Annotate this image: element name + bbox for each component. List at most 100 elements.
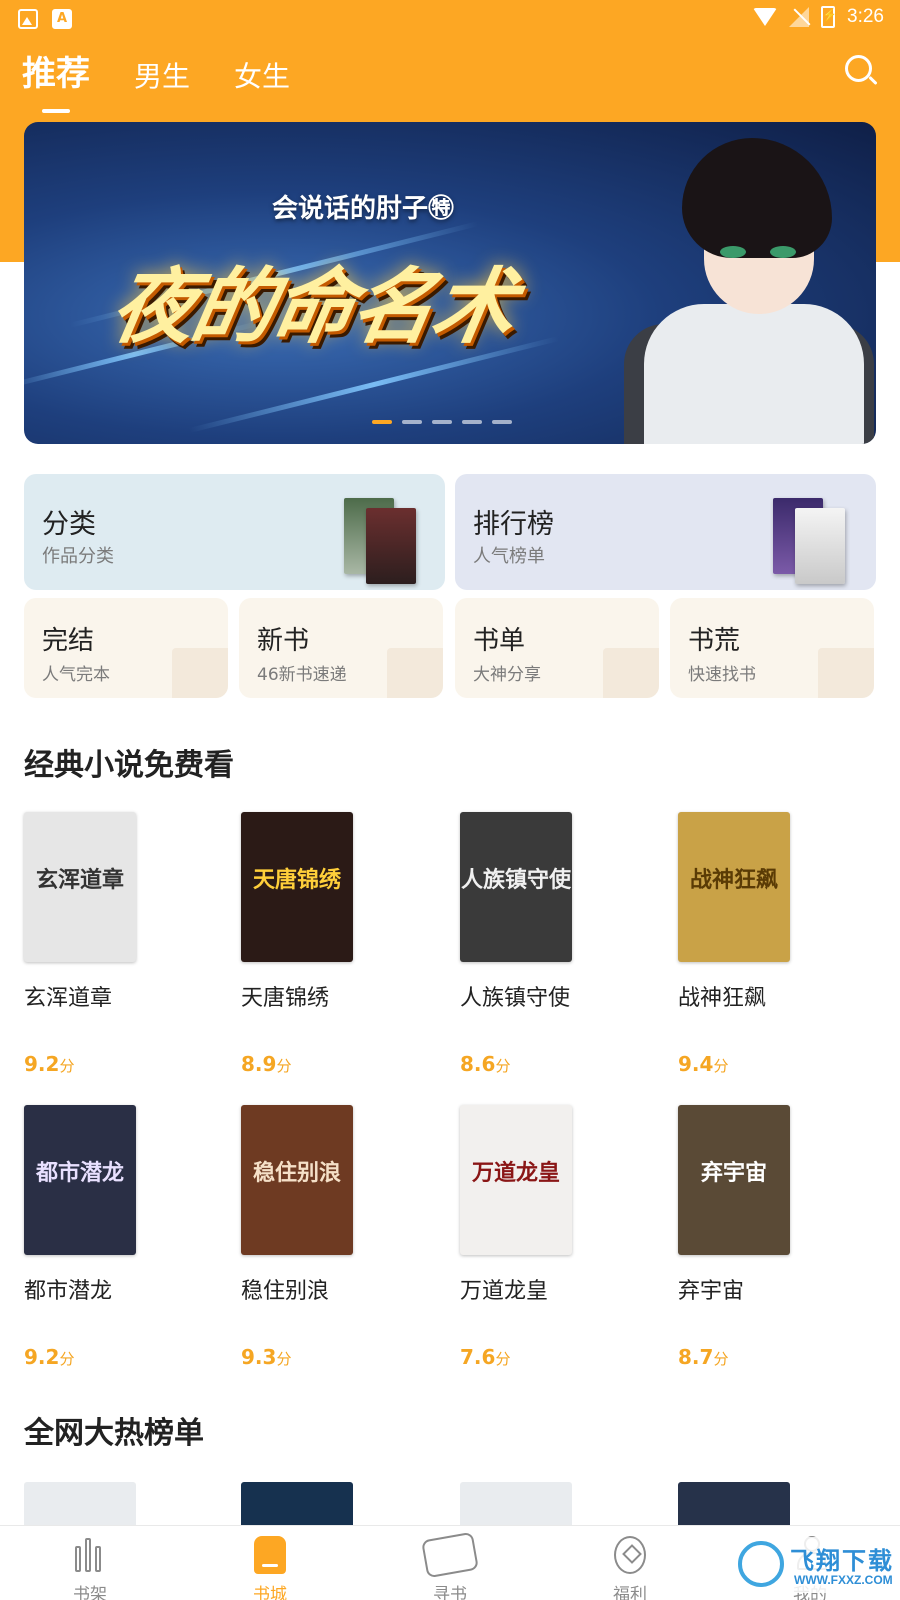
book-cover[interactable]: 万道龙皇: [460, 1105, 572, 1255]
book-title[interactable]: 天唐锦绣: [241, 986, 361, 1042]
book-rating-unit: 分: [276, 1057, 292, 1075]
category-card[interactable]: 分类 作品分类: [24, 474, 445, 590]
book-cover-title: 都市潜龙: [35, 1161, 124, 1186]
tab-recommended[interactable]: 推荐: [22, 46, 90, 113]
watermark-text: 飞翔下载: [790, 1547, 894, 1575]
nav-bookshelf[interactable]: 书架: [30, 1536, 150, 1600]
book-title[interactable]: 弃宇宙: [678, 1279, 798, 1335]
nav-bookstore[interactable]: 书城: [210, 1536, 330, 1600]
completed-card-title: 完结: [42, 626, 95, 656]
book-rating-value: 9.2: [24, 1052, 60, 1076]
bookshelf-icon: [73, 1536, 107, 1574]
book-title[interactable]: 都市潜龙: [24, 1279, 144, 1335]
search-icon[interactable]: [844, 54, 878, 88]
book-rating-unit: 分: [495, 1350, 511, 1368]
category-card-title: 分类: [42, 509, 96, 540]
book-cover[interactable]: 弃宇宙: [678, 1105, 790, 1255]
tab-male[interactable]: 男生: [134, 55, 190, 95]
find-books-card[interactable]: 书荒 快速找书: [670, 598, 874, 698]
book-rating: 9.2分: [24, 1052, 74, 1076]
book-rating-unit: 分: [713, 1057, 729, 1075]
book-rating: 8.9分: [241, 1052, 291, 1076]
book-title[interactable]: 战神狂飙: [678, 986, 798, 1042]
promo-banner[interactable]: 会说话的肘子㊕ 夜的命名术: [24, 122, 876, 444]
book-cover-title: 人族镇守使: [460, 868, 571, 893]
book-rating-value: 9.2: [24, 1345, 60, 1369]
pagination-dot[interactable]: [402, 420, 422, 424]
book-cover[interactable]: 玄浑道章: [24, 812, 136, 962]
book-card[interactable]: 都市潜龙 都市潜龙 9.2分: [24, 1105, 194, 1369]
completed-card-subtitle: 人气完本: [42, 665, 110, 685]
pagination-dot[interactable]: [432, 420, 452, 424]
book-title[interactable]: 人族镇守使: [460, 986, 580, 1042]
book-card[interactable]: 人族镇守使 人族镇守使 8.6分: [460, 812, 630, 1076]
find-books-card-title: 书荒: [688, 626, 741, 656]
book-cover[interactable]: 都市潜龙: [24, 1105, 136, 1255]
nav-benefits[interactable]: 福利: [570, 1536, 690, 1600]
banner-character-illustration: [624, 134, 874, 444]
pagination-dot[interactable]: [492, 420, 512, 424]
book-cover[interactable]: 战神狂飙: [678, 812, 790, 962]
pagination-dot[interactable]: [372, 420, 392, 424]
card-decoration: [172, 648, 228, 698]
book-title[interactable]: 玄浑道章: [24, 986, 144, 1042]
book-cover-title: 战神狂飙: [689, 868, 778, 893]
tab-female[interactable]: 女生: [234, 55, 290, 95]
status-bar: A 3:26: [0, 0, 900, 38]
book-lists-card[interactable]: 书单 大神分享: [455, 598, 659, 698]
book-cover-title: 天唐锦绣: [252, 868, 341, 893]
find-book-icon: [421, 1531, 479, 1579]
book-title[interactable]: 万道龙皇: [460, 1279, 580, 1335]
book-cover[interactable]: 人族镇守使: [460, 812, 572, 962]
wifi-icon: [753, 8, 778, 26]
signal-off-icon: [789, 7, 810, 27]
benefits-icon: [614, 1536, 646, 1574]
book-title[interactable]: 稳住别浪: [241, 1279, 361, 1335]
book-card[interactable]: 弃宇宙 弃宇宙 8.7分: [678, 1105, 848, 1369]
section-title-classics: 经典小说免费看: [24, 748, 234, 783]
book-card[interactable]: 稳住别浪 稳住别浪 9.3分: [241, 1105, 411, 1369]
book-cover[interactable]: 天唐锦绣: [241, 812, 353, 962]
book-lists-card-title: 书单: [473, 626, 526, 656]
book-card[interactable]: 万道龙皇 万道龙皇 7.6分: [460, 1105, 630, 1369]
pagination-dot[interactable]: [462, 420, 482, 424]
book-rating: 9.4分: [678, 1052, 728, 1076]
nav-bookstore-label: 书城: [253, 1585, 287, 1600]
battery-charging-icon: [821, 6, 837, 28]
completed-card[interactable]: 完结 人气完本: [24, 598, 228, 698]
book-cover-title: 稳住别浪: [252, 1161, 341, 1186]
book-rating: 7.6分: [460, 1345, 510, 1369]
find-books-card-subtitle: 快速找书: [688, 665, 756, 685]
book-cover[interactable]: 稳住别浪: [241, 1105, 353, 1255]
book-rating: 8.7分: [678, 1345, 728, 1369]
new-books-card-subtitle: 46新书速递: [257, 665, 347, 685]
bookstore-icon: [254, 1536, 286, 1574]
status-time: 3:26: [847, 6, 884, 27]
book-rating-unit: 分: [59, 1350, 75, 1368]
book-rating-unit: 分: [495, 1057, 511, 1075]
banner-pagination: [372, 420, 512, 424]
section-title-hot-list: 全网大热榜单: [24, 1416, 204, 1451]
watermark-url: WWW.FXXZ.COM: [794, 1573, 893, 1587]
book-card[interactable]: 战神狂飙 战神狂飙 9.4分: [678, 812, 848, 1076]
card-decoration: [387, 648, 443, 698]
new-books-card[interactable]: 新书 46新书速递: [239, 598, 443, 698]
card-decoration: [818, 648, 874, 698]
book-stack-illustration: [366, 508, 416, 584]
book-rating-value: 8.6: [460, 1052, 496, 1076]
nav-find-book-label: 寻书: [433, 1585, 467, 1600]
nav-find-book[interactable]: 寻书: [390, 1531, 510, 1600]
book-rating-value: 9.4: [678, 1052, 714, 1076]
new-books-card-title: 新书: [257, 626, 310, 656]
book-card[interactable]: 天唐锦绣 天唐锦绣 8.9分: [241, 812, 411, 1076]
ranking-card-title: 排行榜: [473, 509, 554, 540]
book-cover-title: 万道龙皇: [471, 1161, 560, 1186]
ranking-card-subtitle: 人气榜单: [473, 546, 545, 567]
category-card-subtitle: 作品分类: [42, 546, 114, 567]
book-rating: 8.6分: [460, 1052, 510, 1076]
book-card[interactable]: 玄浑道章 玄浑道章 9.2分: [24, 812, 194, 1076]
nav-benefits-label: 福利: [613, 1585, 647, 1600]
ranking-card[interactable]: 排行榜 人气榜单: [455, 474, 876, 590]
book-cover-title: 玄浑道章: [35, 868, 124, 893]
watermark-logo-icon: [738, 1541, 784, 1587]
